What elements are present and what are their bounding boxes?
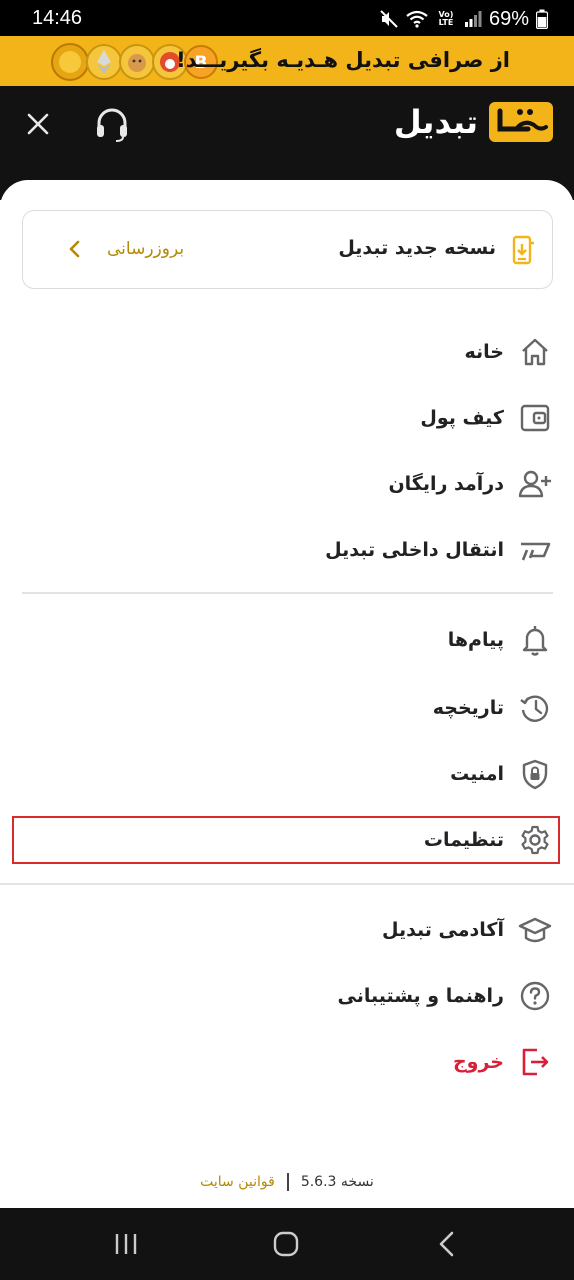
promo-text: از صرافی تبدیل هـدیـه بگیریـــد! [176, 48, 510, 72]
menu-item-label: آکادمی تبدیل [381, 919, 504, 941]
menu-item-help-support[interactable]: راهنما و پشتیبانی [0, 966, 574, 1026]
brand-name: تبدیل [393, 103, 478, 141]
back-icon[interactable] [432, 1228, 464, 1260]
menu-item-label: درآمد رایگان [388, 473, 504, 495]
menu-item-messages[interactable]: پیام‌ها [0, 610, 574, 670]
signal-icon [464, 11, 482, 27]
wifi-icon [406, 10, 428, 28]
site-rules-link[interactable]: قوانین سایت [200, 1174, 275, 1190]
shield-lock-icon [518, 757, 552, 791]
update-button[interactable]: بروزرسانی [107, 239, 184, 259]
footer: قوانین سایت نسخه 5.6.3 [0, 1170, 574, 1194]
status-icons: Vo) LTE 69% [379, 6, 548, 32]
footer-separator [286, 1173, 289, 1191]
menu-item-label: انتقال داخلی تبدیل [325, 539, 504, 561]
gold-coin-icon [51, 43, 89, 81]
battery-icon [536, 9, 548, 29]
menu-item-label: پیام‌ها [447, 629, 504, 651]
history-icon [518, 691, 552, 725]
menu-item-academy[interactable]: آکادمی تبدیل [0, 900, 574, 960]
menu-sheet: نسخه جدید تبدیل بروزرسانی خانه کیف پول د… [0, 180, 574, 1208]
menu-divider [22, 592, 553, 594]
menu-item-label: خروج [452, 1051, 504, 1073]
app-version: نسخه 5.6.3 [300, 1174, 374, 1190]
menu-item-label: امنیت [450, 763, 504, 785]
app-header: تبدیل [0, 86, 574, 160]
logout-icon [518, 1045, 552, 1079]
headset-icon[interactable] [94, 106, 130, 142]
volte-badge: Vo) LTE [438, 10, 454, 27]
menu-item-history[interactable]: تاریخچه [0, 678, 574, 738]
menu-item-label: کیف پول [420, 407, 504, 429]
add-user-icon [518, 467, 552, 501]
menu-item-free-income[interactable]: درآمد رایگان [0, 454, 574, 514]
transfer-icon [518, 533, 552, 567]
menu-divider [0, 883, 574, 885]
recents-icon[interactable] [110, 1228, 142, 1260]
status-time: 14:46 [32, 7, 83, 29]
settings-highlight-box [12, 816, 560, 864]
home-icon [518, 335, 552, 369]
update-title: نسخه جدید تبدیل [338, 237, 496, 259]
mute-icon [380, 10, 398, 28]
brand-logo-icon [489, 102, 553, 142]
academy-icon [518, 913, 552, 947]
home-button-icon[interactable] [270, 1228, 302, 1260]
menu-item-security[interactable]: امنیت [0, 744, 574, 804]
chevron-left-icon[interactable] [67, 239, 83, 259]
menu-item-internal-transfer[interactable]: انتقال داخلی تبدیل [0, 520, 574, 580]
status-bar: 14:46 Vo) LTE 69% [0, 0, 574, 36]
system-nav-bar [0, 1208, 574, 1280]
doge-coin-icon [119, 44, 155, 80]
ethereum-coin-icon [86, 44, 122, 80]
help-icon [518, 979, 552, 1013]
phone-download-icon [512, 235, 534, 265]
menu-item-logout[interactable]: خروج [0, 1032, 574, 1092]
menu-item-label: راهنما و پشتیبانی [337, 985, 504, 1007]
brand: تبدیل [394, 98, 554, 146]
menu-item-label: تاریخچه [432, 697, 504, 719]
menu-item-label: خانه [464, 341, 504, 363]
battery-percent: 69% [488, 7, 529, 30]
bell-icon [518, 623, 552, 657]
promo-banner[interactable]: B از صرافی تبدیل هـدیـه بگیریـــد! [0, 36, 574, 86]
update-card[interactable]: نسخه جدید تبدیل بروزرسانی [22, 210, 553, 289]
wallet-icon [518, 401, 552, 435]
close-icon[interactable] [25, 111, 51, 137]
menu-item-wallet[interactable]: کیف پول [0, 388, 574, 448]
menu-item-home[interactable]: خانه [0, 322, 574, 382]
